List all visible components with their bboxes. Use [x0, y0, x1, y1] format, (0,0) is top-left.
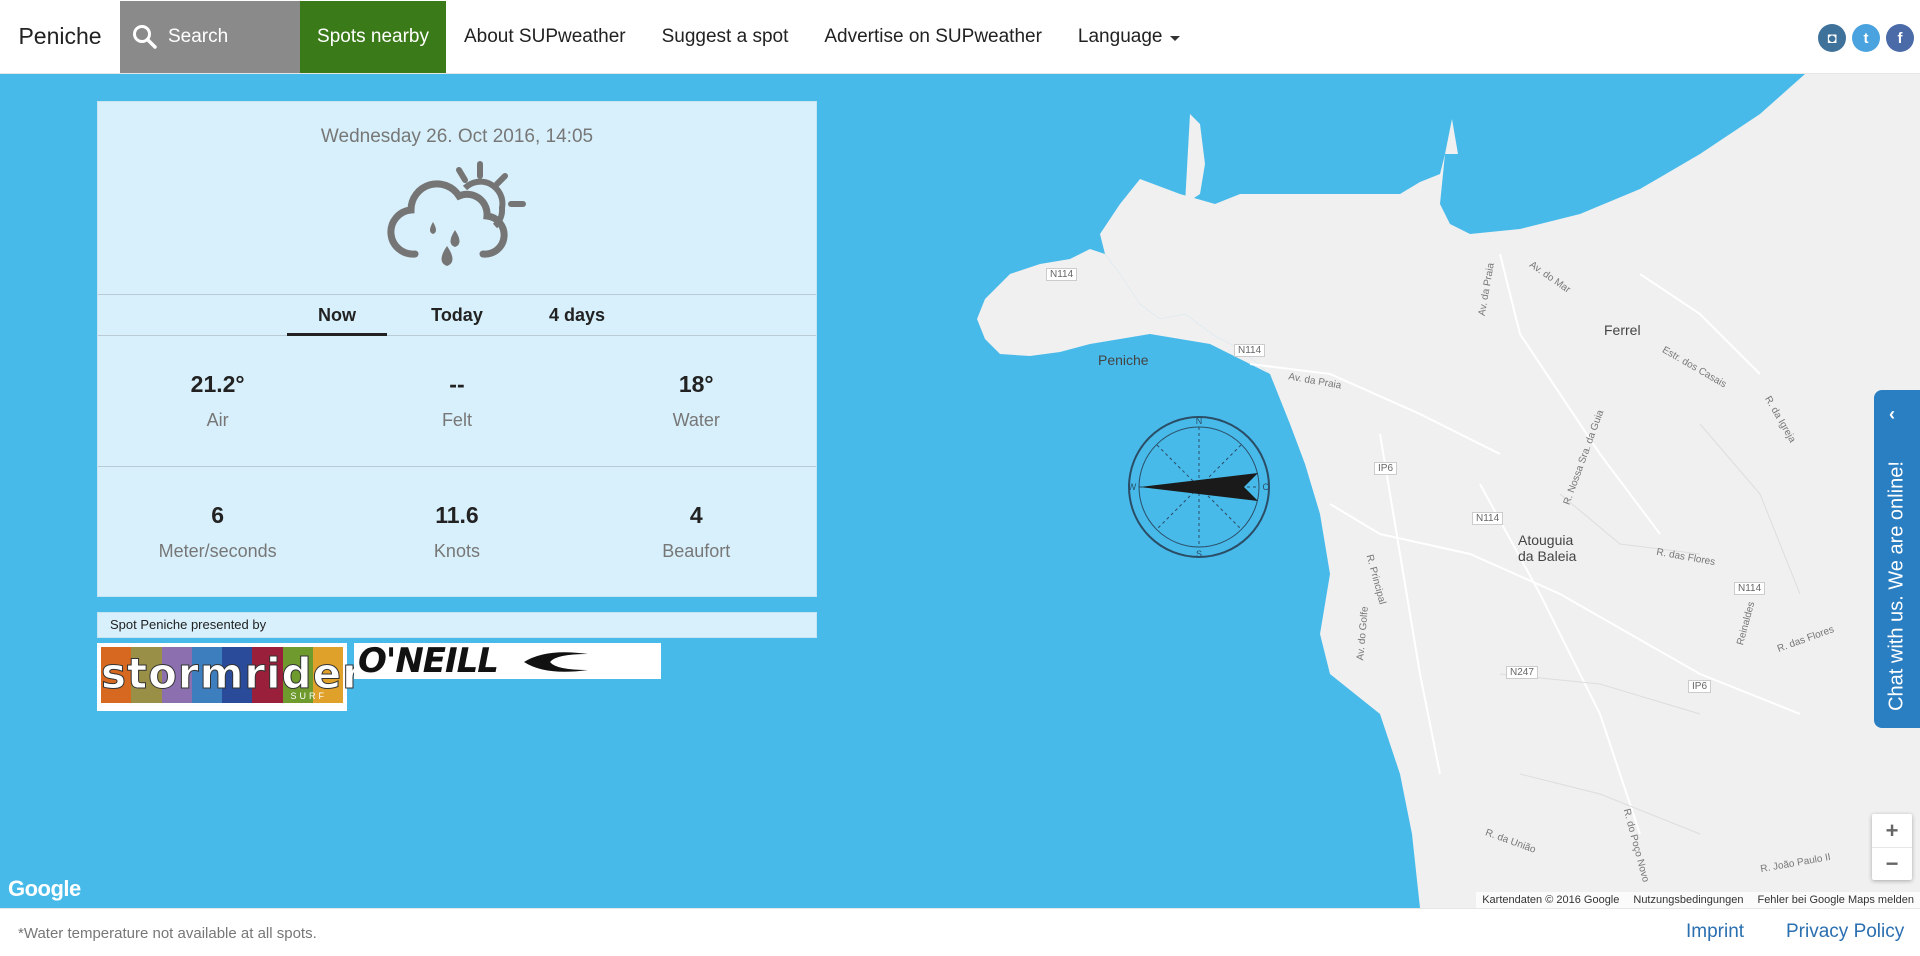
stat-air: 21.2° Air: [98, 371, 337, 431]
zoom-in-button[interactable]: +: [1872, 814, 1912, 847]
place-atouguia: Atouguia: [1518, 532, 1574, 548]
place-da-baleia: da Baleia: [1518, 548, 1577, 564]
footer: *Water temperature not available at all …: [0, 908, 1920, 956]
nav-language-dropdown[interactable]: Language: [1060, 1, 1199, 73]
search-icon: [133, 24, 157, 49]
tab-4-days[interactable]: 4 days: [517, 294, 637, 336]
place-ferrel: Ferrel: [1604, 322, 1641, 338]
stat-label: Felt: [441, 410, 472, 430]
language-label: Language: [1077, 25, 1163, 47]
stat-felt: -- Felt: [337, 371, 576, 431]
oneill-wordmark: O'NEILL: [358, 641, 499, 681]
road-shield: IP6: [1688, 680, 1712, 693]
stat-value: 21.2°: [190, 371, 245, 397]
chevron-left-icon: ‹: [1889, 404, 1895, 424]
tab-today[interactable]: Today: [397, 294, 517, 336]
stat-label: Meter/seconds: [158, 540, 277, 561]
wind-row: 6 Meter/seconds 11.6 Knots 4 Beaufort: [98, 466, 816, 596]
road-shield: N114: [1472, 512, 1504, 525]
stat-value: --: [449, 371, 465, 397]
social-links: ◘ t f: [1818, 24, 1914, 52]
stat-value: 6: [211, 501, 225, 528]
cloud-sun-rain-icon: [387, 161, 526, 266]
road-shield: N114: [1734, 582, 1766, 595]
stat-label: Beaufort: [662, 540, 731, 561]
road-shield: IP6: [1374, 462, 1398, 475]
imprint-link[interactable]: Imprint: [1686, 921, 1744, 943]
twitter-icon[interactable]: t: [1852, 24, 1880, 52]
road-shield: N247: [1506, 666, 1538, 679]
stat-label: Knots: [433, 540, 480, 561]
forecast-date: Wednesday 26. Oct 2016, 14:05: [320, 126, 594, 147]
top-navbar: Peniche Search Spots nearby About SUPwea…: [0, 0, 1920, 74]
stat-value: 18°: [678, 371, 714, 397]
zoom-out-button[interactable]: −: [1872, 847, 1912, 880]
caret-down-icon: [1170, 35, 1181, 41]
brand-title[interactable]: Peniche: [0, 0, 120, 74]
wind-compass: N S W O: [1128, 416, 1270, 559]
temperature-row: 21.2° Air -- Felt 18° Water: [98, 336, 816, 466]
report-error-link[interactable]: Fehler bei Google Maps melden: [1757, 894, 1914, 906]
chat-label: Chat with us. We are online!: [1885, 461, 1908, 711]
map-data-credit: Kartendaten © 2016 Google: [1482, 894, 1620, 906]
nav-suggest-spot[interactable]: Suggest a spot: [644, 1, 807, 73]
terms-link[interactable]: Nutzungsbedingungen: [1633, 894, 1743, 906]
weather-panel: Wednesday 26. Oct 2016, 14:05 Now Today …: [97, 101, 817, 597]
road-shield: N114: [1234, 344, 1266, 357]
nav-about[interactable]: About SUPweather: [446, 1, 644, 73]
map-attribution: Kartendaten © 2016 Google Nutzungsbeding…: [1476, 892, 1920, 908]
live-chat-tab[interactable]: ‹ Chat with us. We are online!: [1874, 390, 1920, 728]
nav-spots-nearby[interactable]: Spots nearby: [300, 0, 446, 73]
stat-label: Water: [672, 410, 720, 430]
search-box[interactable]: Search: [120, 0, 300, 73]
stat-value: 11.6: [435, 501, 479, 528]
stat-water: 18° Water: [577, 371, 816, 431]
compass-south: S: [1196, 549, 1202, 559]
stat-label: Air: [206, 410, 229, 430]
forecast-tabs: Now Today 4 days: [98, 294, 816, 336]
compass-north: N: [1196, 416, 1203, 426]
road-shield: N114: [1046, 268, 1078, 281]
place-peniche: Peniche: [1098, 352, 1149, 368]
stat-knots: 11.6 Knots: [337, 502, 576, 562]
stat-meter-seconds: 6 Meter/seconds: [98, 502, 337, 562]
sponsor-caption: Spot Peniche presented by: [97, 612, 817, 638]
footer-note: *Water temperature not available at all …: [18, 925, 317, 942]
google-logo: Google: [8, 876, 81, 901]
compass-east: O: [1262, 482, 1269, 492]
search-label: Search: [168, 25, 229, 47]
stat-beaufort: 4 Beaufort: [577, 502, 816, 562]
nav-advertise[interactable]: Advertise on SUPweather: [806, 1, 1060, 73]
zoom-control: + −: [1872, 814, 1912, 880]
instagram-icon[interactable]: ◘: [1818, 24, 1846, 52]
compass-west: W: [1128, 482, 1137, 492]
facebook-icon[interactable]: f: [1886, 24, 1914, 52]
stat-value: 4: [689, 501, 703, 528]
oneill-logo[interactable]: O'NEILL: [354, 641, 661, 681]
tab-now[interactable]: Now: [277, 294, 397, 336]
oneill-wave-icon: [523, 652, 588, 672]
stormrider-sub: SURF: [290, 691, 327, 701]
privacy-policy-link[interactable]: Privacy Policy: [1786, 921, 1904, 943]
stormrider-logo[interactable]: stormrider SURF: [97, 643, 363, 711]
